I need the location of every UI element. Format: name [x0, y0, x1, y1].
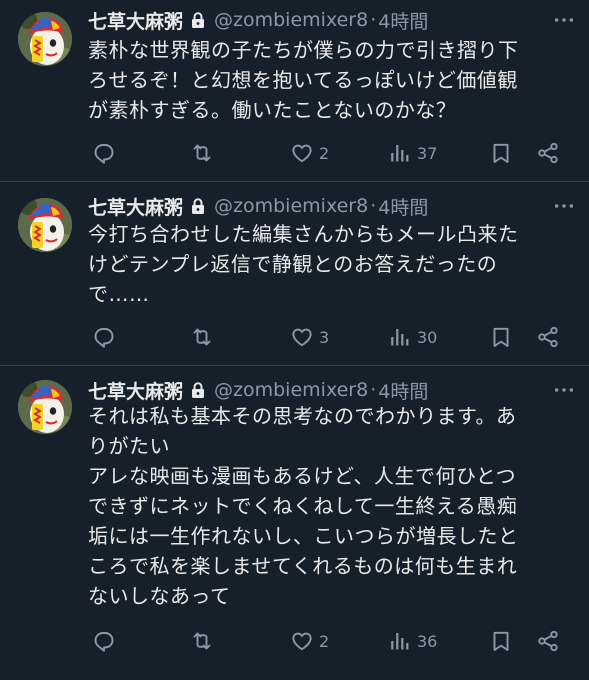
reply-icon	[94, 328, 114, 348]
share-button[interactable]	[536, 322, 560, 352]
retweet-button[interactable]	[190, 626, 214, 656]
tweet-header: 七草大麻粥 @zombiemixer8 · 4時間	[88, 376, 575, 404]
retweet-icon	[193, 632, 211, 650]
tweet-text: 素朴な世界観の子たちが僕らの力で引き摺り下 ろせるぞ！と幻想を抱いてるっぽいけど…	[88, 38, 519, 122]
action-bar: 3 30	[88, 322, 575, 352]
timestamp[interactable]: 4時間	[378, 193, 428, 220]
bookmark-icon	[493, 327, 509, 347]
like-icon	[292, 144, 312, 163]
retweet-icon	[193, 144, 211, 162]
user-handle[interactable]: @zombiemixer8	[214, 195, 368, 217]
view-count: 30	[417, 327, 438, 347]
share-icon	[538, 142, 558, 164]
avatar[interactable]	[18, 380, 72, 434]
display-name[interactable]: 七草大麻粥	[88, 7, 183, 34]
separator: ·	[370, 9, 377, 31]
tweet[interactable]: 七草大麻粥 @zombiemixer8 · 4時間 今打ち合わせした編集さんから…	[0, 182, 589, 366]
share-icon	[538, 326, 558, 348]
views-button[interactable]: 36	[388, 626, 437, 656]
views-icon	[391, 633, 409, 650]
display-name[interactable]: 七草大麻粥	[88, 193, 183, 220]
reply-icon	[94, 632, 114, 652]
lock-icon	[189, 197, 207, 215]
like-count: 2	[319, 631, 330, 651]
views-icon	[391, 329, 409, 346]
more-icon[interactable]	[553, 379, 575, 401]
share-icon	[538, 630, 558, 652]
like-count: 2	[319, 143, 330, 163]
avatar[interactable]	[18, 198, 72, 252]
like-button[interactable]: 3	[290, 322, 329, 352]
view-count: 36	[417, 631, 438, 651]
timestamp[interactable]: 4時間	[378, 377, 428, 404]
more-icon[interactable]	[553, 195, 575, 217]
like-button[interactable]: 2	[290, 626, 329, 656]
tweet[interactable]: 七草大麻粥 @zombiemixer8 · 4時間 それは私も基本その思考なので…	[0, 366, 589, 680]
avatar[interactable]	[18, 12, 72, 66]
separator: ·	[370, 195, 377, 217]
tweet[interactable]: 七草大麻粥 @zombiemixer8 · 4時間 素朴な世界観の子たちが僕らの…	[0, 0, 589, 182]
bookmark-button[interactable]	[489, 322, 513, 352]
lock-icon	[189, 381, 207, 399]
tweet-text: それは私も基本その思考なのでわかります。あ りがたい アレな映画も漫画もあるけど…	[88, 404, 519, 608]
retweet-button[interactable]	[190, 322, 214, 352]
views-button[interactable]: 37	[388, 138, 437, 168]
separator: ·	[370, 379, 377, 401]
user-handle[interactable]: @zombiemixer8	[214, 9, 368, 31]
action-bar: 2 36	[88, 626, 575, 656]
reply-button[interactable]	[92, 322, 116, 352]
action-bar: 2 37	[88, 138, 575, 168]
like-icon	[292, 632, 312, 651]
views-icon	[391, 145, 409, 162]
share-button[interactable]	[536, 138, 560, 168]
more-icon[interactable]	[553, 9, 575, 31]
timestamp[interactable]: 4時間	[378, 7, 428, 34]
user-handle[interactable]: @zombiemixer8	[214, 379, 368, 401]
display-name[interactable]: 七草大麻粥	[88, 377, 183, 404]
view-count: 37	[417, 143, 438, 163]
bookmark-icon	[493, 143, 509, 163]
retweet-icon	[193, 328, 211, 346]
tweet-header: 七草大麻粥 @zombiemixer8 · 4時間	[88, 192, 575, 220]
reply-button[interactable]	[92, 626, 116, 656]
bookmark-button[interactable]	[489, 626, 513, 656]
reply-button[interactable]	[92, 138, 116, 168]
tweet-header: 七草大麻粥 @zombiemixer8 · 4時間	[88, 6, 575, 34]
tweet-text: 今打ち合わせした編集さんからもメール凸来た けどテンプレ返信で静観とのお答えだっ…	[88, 222, 519, 306]
like-icon	[292, 328, 312, 347]
like-button[interactable]: 2	[290, 138, 329, 168]
lock-icon	[189, 11, 207, 29]
retweet-button[interactable]	[190, 138, 214, 168]
share-button[interactable]	[536, 626, 560, 656]
bookmark-icon	[493, 631, 509, 651]
views-button[interactable]: 30	[388, 322, 437, 352]
reply-icon	[94, 144, 114, 164]
like-count: 3	[319, 327, 330, 347]
bookmark-button[interactable]	[489, 138, 513, 168]
